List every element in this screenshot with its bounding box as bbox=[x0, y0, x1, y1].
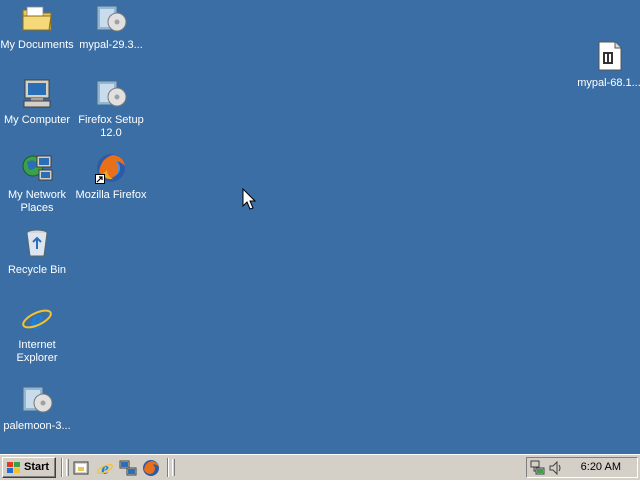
taskbar: Start e 6:20 AM bbox=[0, 454, 640, 480]
internet-explorer-icon: e bbox=[97, 459, 113, 478]
desktop-icon-recycle-bin[interactable]: Recycle Bin bbox=[0, 227, 74, 277]
quick-launch-internet-explorer[interactable]: e bbox=[96, 459, 114, 478]
svg-text:e: e bbox=[101, 459, 109, 477]
start-button[interactable]: Start bbox=[2, 457, 56, 478]
installer-icon bbox=[21, 383, 53, 415]
icon-label: mypal-68.1... bbox=[577, 77, 640, 89]
installer-icon bbox=[95, 2, 127, 34]
quick-launch-network[interactable] bbox=[119, 459, 137, 477]
desktop-icon-mypal-68[interactable]: mypal-68.1... bbox=[572, 40, 640, 90]
clock[interactable]: 6:20 AM bbox=[581, 461, 621, 474]
show-desktop-icon bbox=[73, 461, 89, 475]
computer-icon bbox=[21, 77, 53, 109]
icon-label: mypal-29.3... bbox=[79, 39, 143, 51]
desktop[interactable]: My Documents My Computer My Network Plac bbox=[0, 0, 640, 454]
quick-launch-grip[interactable] bbox=[66, 459, 69, 476]
network-places-icon bbox=[21, 152, 53, 184]
icon-label: palemoon-3... bbox=[3, 420, 71, 432]
icon-label: My Computer bbox=[3, 114, 71, 126]
desktop-icon-mozilla-firefox[interactable]: Mozilla Firefox bbox=[74, 152, 148, 202]
windows-logo-icon bbox=[6, 461, 22, 475]
icon-label: Firefox Setup 12.0 bbox=[78, 114, 144, 139]
archive-file-icon bbox=[593, 40, 625, 72]
mouse-pointer-icon bbox=[242, 187, 258, 212]
folder-icon bbox=[21, 2, 53, 34]
volume-icon[interactable] bbox=[548, 460, 564, 476]
internet-explorer-icon: e bbox=[21, 302, 53, 336]
desktop-icon-my-documents[interactable]: My Documents bbox=[0, 2, 74, 52]
desktop-icon-my-computer[interactable]: My Computer bbox=[0, 77, 74, 127]
quick-launch-firefox[interactable] bbox=[142, 459, 160, 477]
installer-icon bbox=[95, 77, 127, 109]
network-icon bbox=[119, 460, 137, 476]
system-tray: 6:20 AM bbox=[526, 457, 638, 478]
firefox-icon bbox=[95, 152, 127, 184]
start-label: Start bbox=[24, 461, 50, 473]
desktop-icon-internet-explorer[interactable]: e Internet Explorer bbox=[0, 302, 74, 365]
icon-label: Recycle Bin bbox=[7, 264, 67, 276]
task-area-grip[interactable] bbox=[172, 459, 175, 476]
icon-label: My Network Places bbox=[7, 189, 67, 214]
desktop-icon-mypal-29[interactable]: mypal-29.3... bbox=[74, 2, 148, 52]
firefox-icon bbox=[143, 460, 159, 476]
network-connection-icon[interactable] bbox=[530, 460, 546, 476]
quick-launch-show-desktop[interactable] bbox=[72, 459, 90, 477]
desktop-icon-palemoon[interactable]: palemoon-3... bbox=[0, 383, 74, 433]
desktop-icon-firefox-setup[interactable]: Firefox Setup 12.0 bbox=[74, 77, 148, 140]
taskbar-separator bbox=[167, 458, 169, 477]
taskbar-separator bbox=[61, 458, 63, 477]
icon-label: Mozilla Firefox bbox=[75, 189, 147, 201]
svg-text:e: e bbox=[30, 303, 43, 334]
icon-label: My Documents bbox=[0, 39, 74, 51]
desktop-icon-my-network-places[interactable]: My Network Places bbox=[0, 152, 74, 215]
icon-label: Internet Explorer bbox=[16, 339, 58, 364]
recycle-bin-icon bbox=[21, 227, 53, 259]
shortcut-arrow-icon bbox=[95, 174, 105, 184]
